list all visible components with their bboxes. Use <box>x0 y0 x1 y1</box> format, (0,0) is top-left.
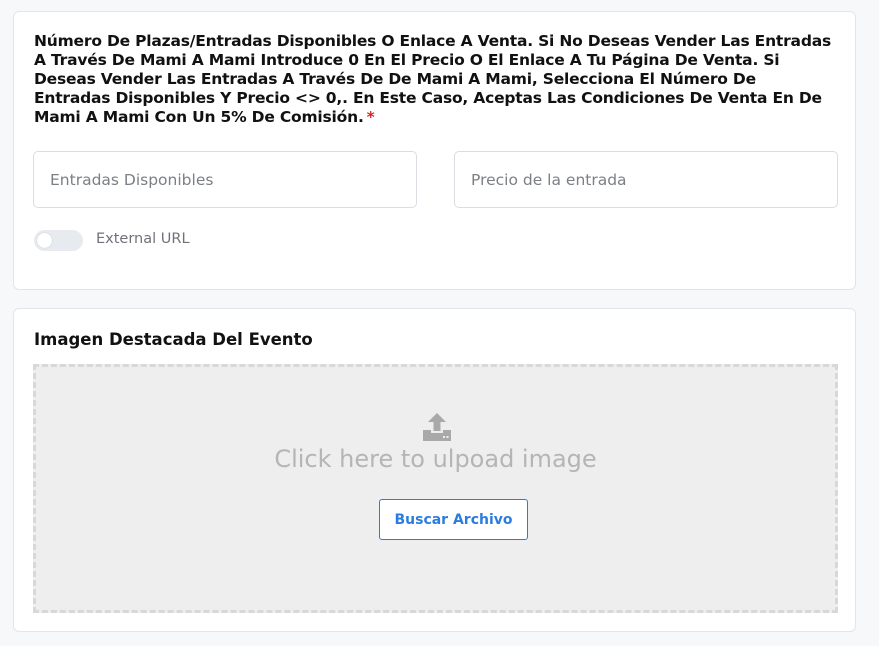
external-url-toggle[interactable] <box>34 230 83 251</box>
image-dropzone[interactable]: Click here to ulpoad image Buscar Archiv… <box>33 364 838 613</box>
featured-image-card: Imagen Destacada Del Evento Click here t… <box>13 308 856 632</box>
browse-file-button[interactable]: Buscar Archivo <box>379 499 528 540</box>
upload-icon <box>423 413 451 441</box>
tickets-label-text: Número De Plazas/Entradas Disponibles O … <box>34 32 831 126</box>
available-tickets-input[interactable] <box>33 151 417 208</box>
dropzone-text: Click here to ulpoad image <box>274 445 597 473</box>
required-mark: * <box>366 108 375 126</box>
featured-image-title: Imagen Destacada Del Evento <box>34 330 313 349</box>
tickets-card: Número De Plazas/Entradas Disponibles O … <box>13 11 856 290</box>
toggle-knob <box>37 233 52 248</box>
external-url-label: External URL <box>96 231 190 247</box>
tickets-field-label: Número De Plazas/Entradas Disponibles O … <box>34 32 834 127</box>
ticket-price-input[interactable] <box>454 151 838 208</box>
